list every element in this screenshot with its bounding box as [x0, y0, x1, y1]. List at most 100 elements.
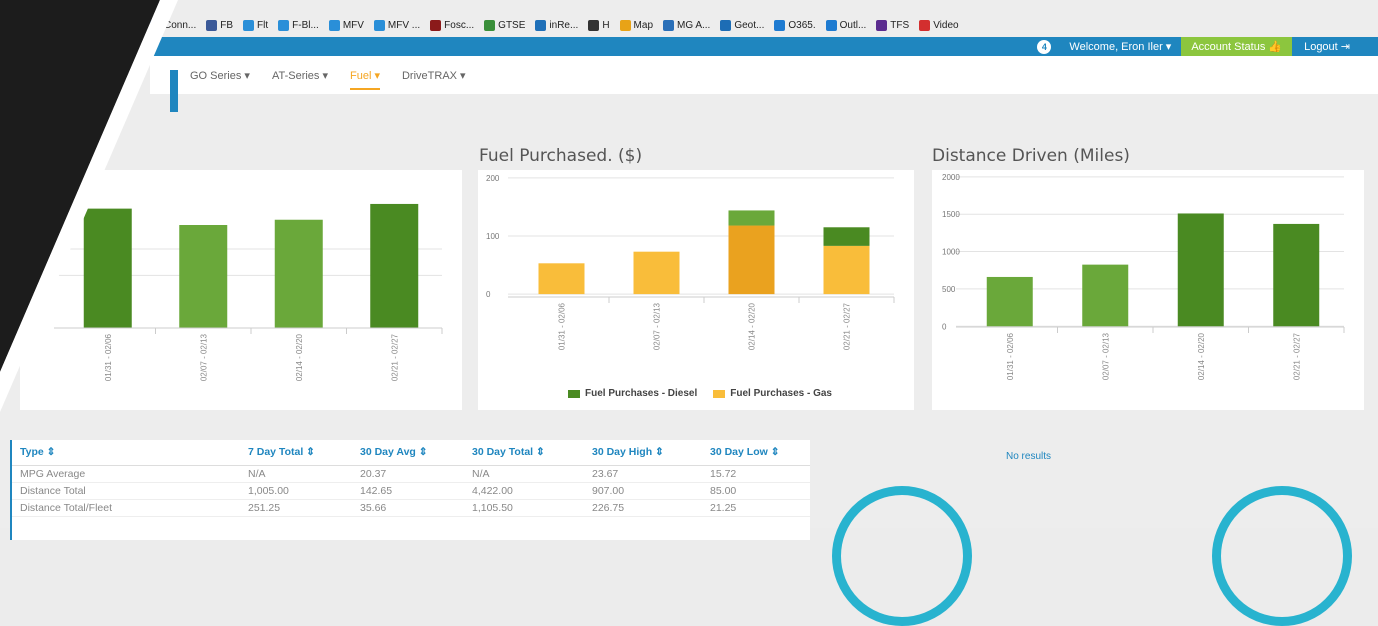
- bar: [370, 203, 419, 328]
- bookmark-icon: [328, 19, 340, 31]
- bar: [1082, 264, 1129, 327]
- nav-at-series[interactable]: AT-Series ▾: [272, 56, 328, 94]
- user-menu[interactable]: Welcome, Eron Iler ▾: [1069, 40, 1171, 53]
- bookmark-label: Map: [633, 19, 653, 31]
- fuel-chart-legend: Fuel Purchases - Diesel Fuel Purchases -…: [568, 388, 832, 399]
- table-cell: Distance Total/Fleet: [12, 499, 240, 517]
- bar: [1273, 223, 1320, 327]
- bookmark-label: Fosc...: [444, 19, 475, 31]
- bookmark-item[interactable]: F-Bl...: [278, 19, 319, 31]
- gauge-ring-right: [1212, 486, 1352, 626]
- col-30day-high[interactable]: 30 Day High ⇕: [584, 440, 702, 466]
- bookmark-icon: [774, 19, 786, 31]
- bookmark-label: TFS: [890, 19, 910, 31]
- col-30day-low[interactable]: 30 Day Low ⇕: [702, 440, 810, 466]
- col-7day-total[interactable]: 7 Day Total ⇕: [240, 440, 352, 466]
- bookmark-icon: [919, 19, 931, 31]
- legend-gas-swatch: [713, 389, 726, 398]
- bookmark-label: MFV ...: [387, 19, 421, 31]
- bookmark-label: Geot...: [734, 19, 765, 31]
- bookmark-icon: [535, 19, 547, 31]
- y-tick-label: 500: [942, 285, 956, 294]
- nav-go-series[interactable]: GO Series ▾: [190, 56, 250, 94]
- bar-gas: [823, 245, 870, 295]
- bar: [179, 225, 228, 328]
- nav-drivetrax[interactable]: DriveTRAX ▾: [402, 56, 466, 94]
- x-tick-label: 02/21 - 02/27: [843, 302, 852, 350]
- table-row: MPG Average N/A 20.37 N/A 23.67 15.72: [12, 465, 810, 483]
- bookmark-item[interactable]: FB: [206, 19, 233, 31]
- x-tick-label: 01/31 - 02/06: [1006, 332, 1015, 380]
- bookmark-item[interactable]: TFS: [876, 19, 910, 31]
- bookmark-item[interactable]: O365.: [774, 19, 816, 31]
- bookmark-item[interactable]: GTSE: [484, 19, 526, 31]
- table-cell: 142.65: [352, 482, 464, 500]
- bookmark-label: Flt: [257, 19, 269, 31]
- bookmark-item[interactable]: Fosc...: [430, 19, 475, 31]
- table-cell: 907.00: [584, 482, 702, 500]
- fuel-chart-card: 0 100 200 01/31 - 02/06 02/07 - 02/13 02/14 -…: [478, 170, 914, 410]
- bookmark-item[interactable]: MFV ...: [373, 19, 421, 31]
- bookmark-icon: [825, 19, 837, 31]
- x-tick-label: 01/31 - 02/06: [104, 333, 113, 381]
- bookmark-icon: [619, 19, 631, 31]
- x-tick-label: 02/14 - 02/20: [1197, 332, 1206, 380]
- bookmark-label: Conn...: [164, 19, 197, 31]
- bookmark-icon: [720, 19, 732, 31]
- fuel-stats-table: Type ⇕ 7 Day Total ⇕ 30 Day Avg ⇕ 30 Day…: [12, 440, 810, 517]
- bookmark-item[interactable]: Conn...: [150, 19, 197, 31]
- table-cell: MPG Average: [12, 465, 240, 483]
- x-tick-label: 02/07 - 02/13: [653, 302, 662, 350]
- mpg-chart-card: 01/31 - 02/06 02/07 - 02/13 02/14 - 02/20 0…: [20, 170, 462, 410]
- col-30day-avg[interactable]: 30 Day Avg ⇕: [352, 440, 464, 466]
- bookmark-item[interactable]: Geot...: [720, 19, 765, 31]
- bookmark-label: F-Bl...: [292, 19, 319, 31]
- table-header-row: Type ⇕ 7 Day Total ⇕ 30 Day Avg ⇕ 30 Day…: [12, 440, 810, 466]
- bar-diesel: [728, 210, 775, 226]
- table-cell: 23.67: [584, 465, 702, 483]
- bar: [1177, 213, 1224, 327]
- y-tick-label: 1000: [942, 248, 960, 257]
- y-tick-label: 100: [486, 232, 500, 241]
- bookmarks-bar: Conn... FB Flt F-Bl... MFV MFV ... Fosc... GTSE…: [150, 14, 1378, 36]
- bookmark-item[interactable]: Map: [619, 19, 653, 31]
- account-status-button[interactable]: Account Status 👍: [1181, 37, 1293, 56]
- bookmark-item[interactable]: Flt: [243, 19, 269, 31]
- distance-chart-card: 0 500 1000 1500 2000 01/31 - 02/06 02/07 - 02/…: [932, 170, 1364, 410]
- bookmark-label: inRe...: [549, 19, 579, 31]
- distance-chart: 0 500 1000 1500 2000 01/31 - 02/06 02/07 - 02/…: [942, 173, 1345, 380]
- mpg-chart: 01/31 - 02/06 02/07 - 02/13 02/14 - 02/20 0…: [54, 203, 443, 381]
- x-tick-label: 02/07 - 02/13: [199, 333, 208, 381]
- main-nav: GO Series ▾ AT-Series ▾ Fuel ▾ DriveTRAX…: [150, 56, 1378, 94]
- bookmark-item[interactable]: MFV: [328, 19, 364, 31]
- logout-button[interactable]: Logout ⇥: [1292, 37, 1378, 56]
- y-tick-label: 0: [942, 322, 947, 331]
- bookmark-item[interactable]: H: [588, 19, 610, 31]
- bookmark-icon: [588, 19, 600, 31]
- legend-diesel-label: Fuel Purchases - Diesel: [585, 388, 698, 399]
- bookmark-icon: [373, 19, 385, 31]
- fuel-chart-title: Fuel Purchased. ($): [479, 146, 643, 166]
- bar: [274, 219, 323, 328]
- col-30day-total[interactable]: 30 Day Total ⇕: [464, 440, 584, 466]
- bookmark-item[interactable]: MG A...: [663, 19, 710, 31]
- table-cell: 85.00: [702, 482, 810, 500]
- bookmark-item[interactable]: Video: [919, 19, 959, 31]
- bookmark-label: MFV: [342, 19, 364, 31]
- col-type[interactable]: Type ⇕: [12, 440, 240, 466]
- bookmark-item[interactable]: Outl...: [825, 19, 866, 31]
- bar-gas: [728, 225, 775, 295]
- legend-diesel[interactable]: Fuel Purchases - Diesel: [568, 388, 697, 399]
- notification-badge[interactable]: 4: [1037, 39, 1052, 54]
- x-tick-label: 02/14 - 02/20: [748, 302, 757, 350]
- legend-gas[interactable]: Fuel Purchases - Gas: [713, 388, 832, 399]
- bookmark-label: GTSE: [498, 19, 526, 31]
- bookmark-icon: [484, 19, 496, 31]
- x-tick-label: 02/21 - 02/27: [390, 333, 399, 381]
- table-cell: 20.37: [352, 465, 464, 483]
- table-cell: 1,105.50: [464, 499, 584, 517]
- bookmark-item[interactable]: inRe...: [535, 19, 579, 31]
- x-tick-label: 02/21 - 02/27: [1292, 332, 1301, 380]
- nav-fuel[interactable]: Fuel ▾: [350, 56, 380, 94]
- bookmark-icon: [278, 19, 290, 31]
